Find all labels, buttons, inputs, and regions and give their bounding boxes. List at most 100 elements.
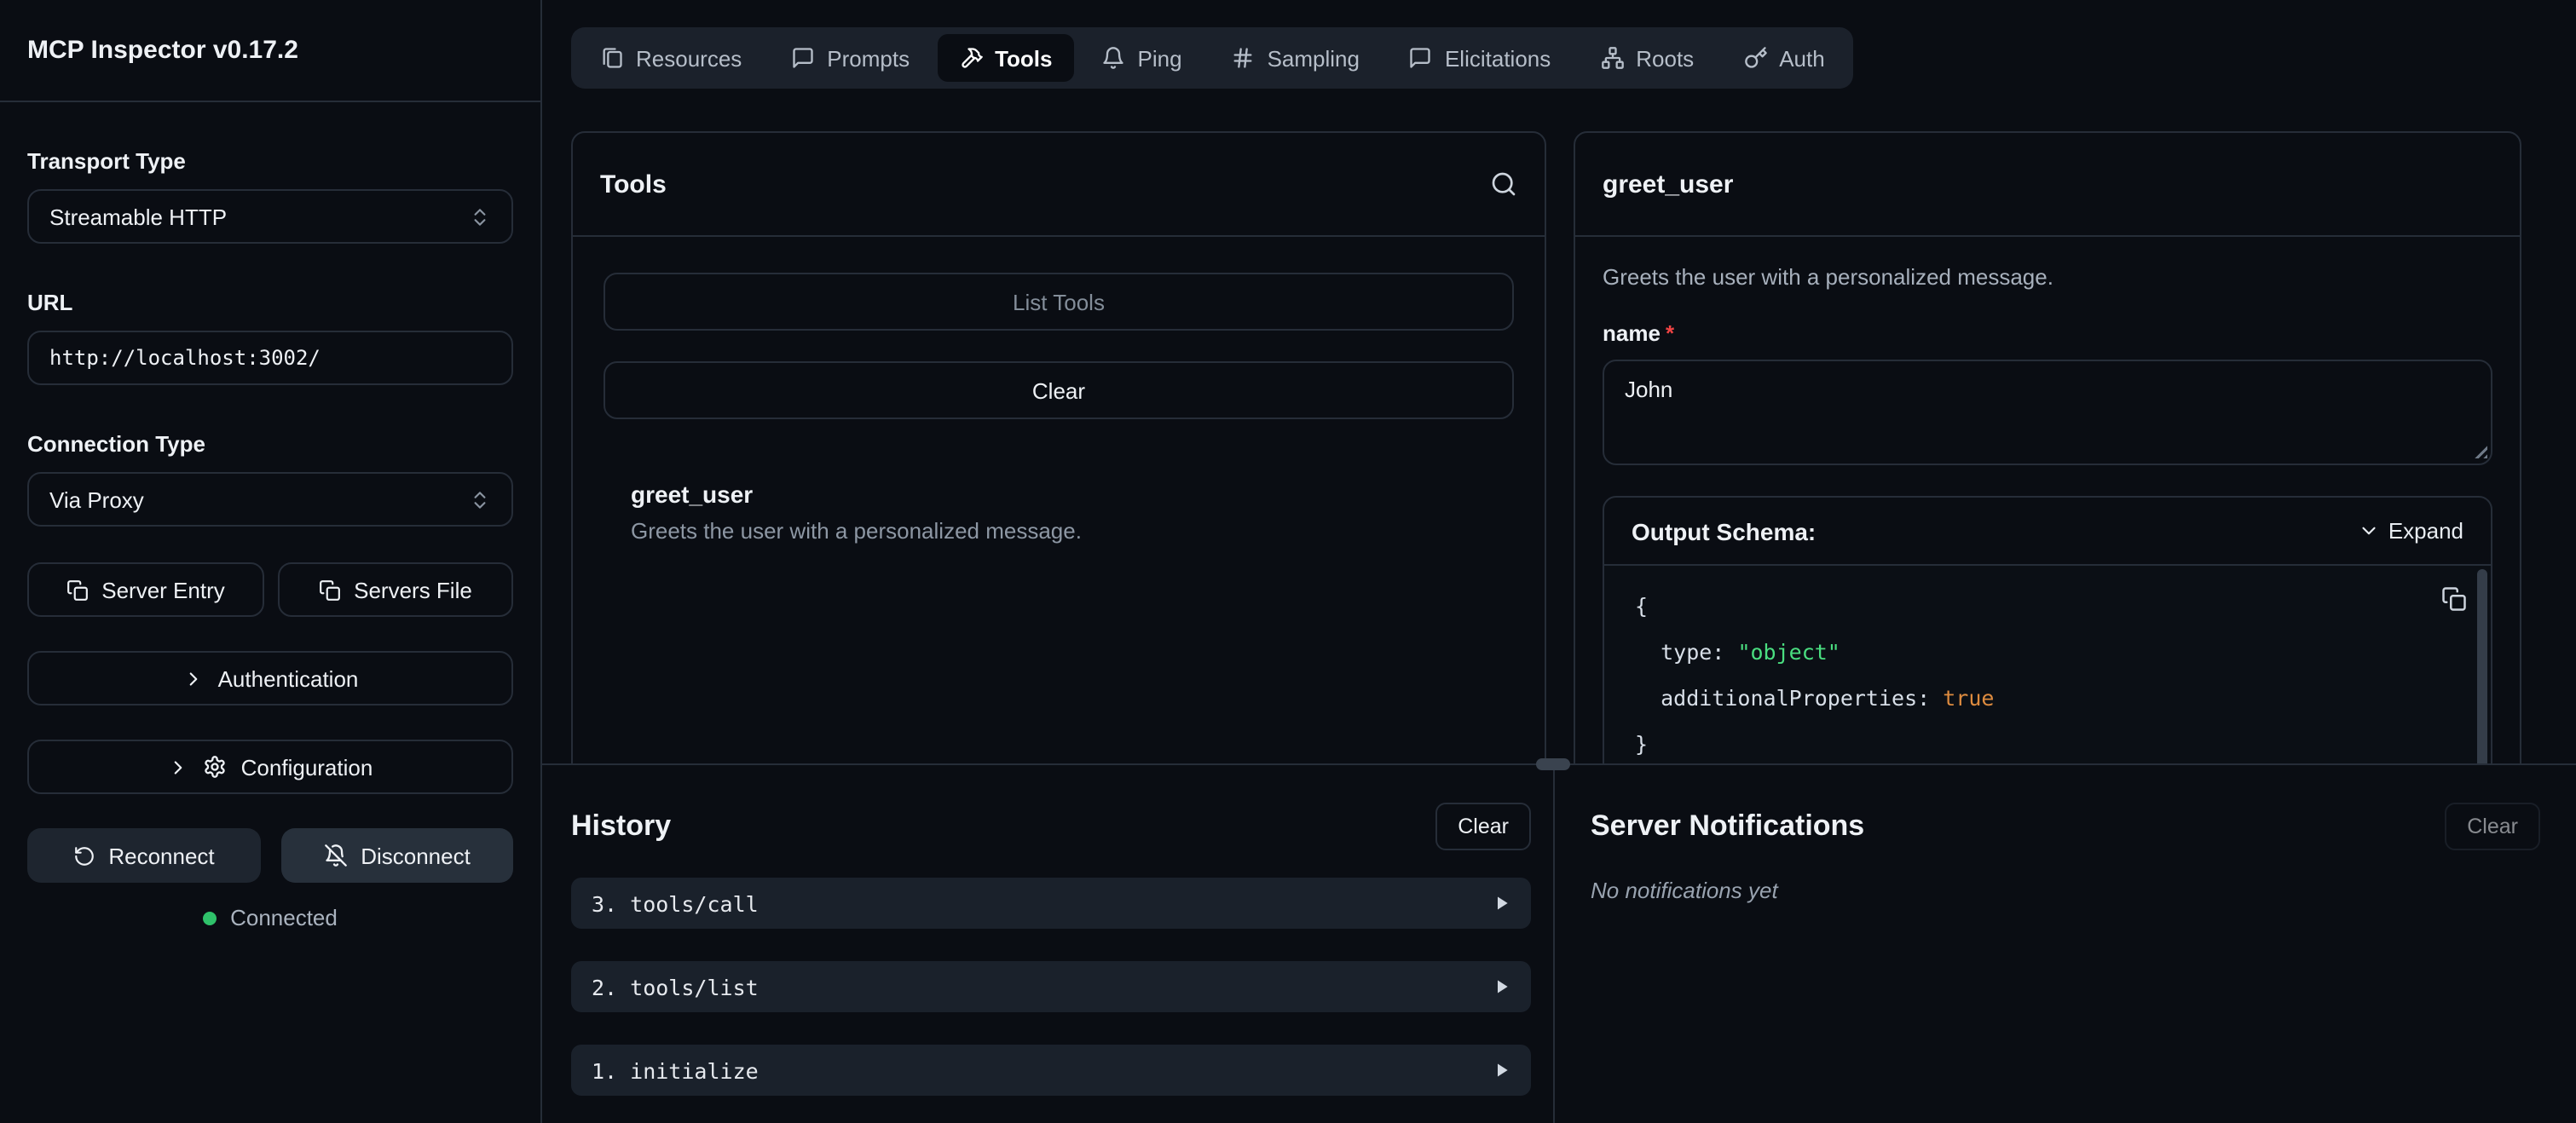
clear-tools-button[interactable]: Clear [604, 361, 1514, 419]
app-title: MCP Inspector v0.17.2 [0, 0, 540, 102]
code-token: true [1943, 685, 1994, 711]
tab-elicitations[interactable]: Elicitations [1387, 34, 1573, 82]
tool-detail-title: greet_user [1603, 170, 1733, 199]
code-line: { [1635, 583, 2460, 629]
schema-code-lines: { type: "object" additionalProperties: t… [1635, 583, 2460, 763]
connection-status: Connected [27, 905, 513, 930]
history-header: History Clear [571, 803, 1531, 850]
history-item[interactable]: 3. tools/call [571, 878, 1531, 929]
clear-history-button[interactable]: Clear [1435, 803, 1531, 850]
server-buttons-row: Server Entry Servers File [27, 562, 513, 617]
notifications-header: Server Notifications Clear [1591, 803, 2540, 850]
history-item-label: 1. initialize [592, 1057, 759, 1083]
connection-type-select[interactable]: Via Proxy [27, 472, 513, 527]
authentication-label: Authentication [218, 665, 359, 691]
connect-buttons-row: Reconnect Disconnect [27, 828, 513, 883]
tab-label: Auth [1779, 45, 1825, 71]
reconnect-label: Reconnect [108, 843, 214, 868]
chevron-right-icon [182, 667, 205, 689]
tools-list: greet_user Greets the user with a persona… [604, 481, 1514, 544]
key-icon [1743, 46, 1767, 70]
tool-detail-description: Greets the user with a personalized mess… [1603, 264, 2492, 290]
tab-label: Tools [995, 45, 1052, 71]
disconnect-label: Disconnect [361, 843, 471, 868]
disconnect-icon [323, 844, 347, 867]
tool-list-item[interactable]: greet_user Greets the user with a persona… [604, 481, 1514, 544]
url-value: http://localhost:3002/ [49, 346, 321, 370]
disconnect-button[interactable]: Disconnect [280, 828, 513, 883]
servers-file-button[interactable]: Servers File [277, 562, 513, 617]
message-square-icon [1409, 46, 1433, 70]
tab-label: Prompts [827, 45, 910, 71]
tab-label: Elicitations [1445, 45, 1551, 71]
app-window: MCP Inspector v0.17.2 Transport Type Str… [0, 0, 2576, 1123]
tab-ping[interactable]: Ping [1080, 34, 1204, 82]
tools-panel-title: Tools [600, 170, 667, 199]
rotate-ccw-icon [72, 844, 95, 867]
hammer-icon [959, 46, 983, 70]
expand-toggle[interactable]: Expand [2358, 518, 2463, 544]
reconnect-button[interactable]: Reconnect [27, 828, 260, 883]
chevron-down-icon [2358, 520, 2380, 542]
tools-panel-body: List Tools Clear greet_user Greets the us… [573, 237, 1545, 544]
code-token: additionalProperties: [1635, 685, 1943, 711]
clear-notifications-button[interactable]: Clear [2445, 803, 2540, 850]
scrollbar-thumb[interactable] [2477, 569, 2487, 763]
panel-resize-handle[interactable] [1536, 758, 1570, 770]
history-item-label: 2. tools/list [592, 974, 759, 999]
output-schema-section: Output Schema: Expand { type: "object" a… [1603, 496, 2492, 763]
tool-detail-header: greet_user [1575, 133, 2520, 237]
output-schema-label: Output Schema: [1632, 517, 1816, 544]
code-line: type: "object" [1635, 629, 2460, 675]
code-token: "object" [1737, 639, 1840, 665]
notifications-title: Server Notifications [1591, 809, 1864, 844]
tab-tools[interactable]: Tools [937, 34, 1074, 82]
param-name-label: name* [1603, 320, 2492, 346]
connection-type-value: Via Proxy [49, 487, 144, 512]
tool-name: greet_user [631, 481, 1514, 508]
tab-auth[interactable]: Auth [1721, 34, 1847, 82]
param-name-text: name [1603, 320, 1661, 346]
message-square-icon [791, 46, 815, 70]
history-list: 3. tools/call 2. tools/list 1. initialize [571, 878, 1531, 1096]
authentication-button[interactable]: Authentication [27, 651, 513, 705]
copy-icon [66, 579, 88, 601]
tab-prompts[interactable]: Prompts [769, 34, 932, 82]
top-region: Resources Prompts Tools Ping Sampling Elicita… [542, 0, 2576, 763]
tab-sampling[interactable]: Sampling [1210, 34, 1382, 82]
server-entry-label: Server Entry [101, 577, 225, 602]
history-item[interactable]: 1. initialize [571, 1045, 1531, 1096]
tool-description: Greets the user with a personalized mess… [631, 518, 1514, 544]
param-name-input[interactable]: John [1603, 360, 2492, 465]
code-token: } [1635, 731, 1648, 757]
play-icon [1493, 978, 1510, 995]
search-icon[interactable] [1490, 170, 1517, 198]
tab-resources[interactable]: Resources [578, 34, 764, 82]
tab-bar: Resources Prompts Tools Ping Sampling Elicita… [571, 27, 1854, 89]
tab-label: Sampling [1268, 45, 1360, 71]
connection-type-label: Connection Type [27, 431, 513, 458]
sidebar-body: Transport Type Streamable HTTP URL http:… [0, 148, 540, 930]
configuration-label: Configuration [241, 754, 373, 780]
configuration-button[interactable]: Configuration [27, 740, 513, 794]
code-token: { [1635, 593, 1648, 619]
server-entry-button[interactable]: Server Entry [27, 562, 263, 617]
history-item[interactable]: 2. tools/list [571, 961, 1531, 1012]
tab-roots[interactable]: Roots [1578, 34, 1716, 82]
transport-type-select[interactable]: Streamable HTTP [27, 189, 513, 244]
chevrons-up-down-icon [469, 488, 491, 510]
files-icon [600, 46, 624, 70]
url-label: URL [27, 290, 513, 317]
list-tools-button[interactable]: List Tools [604, 273, 1514, 331]
history-item-label: 3. tools/call [592, 890, 759, 916]
history-title: History [571, 809, 671, 844]
expand-label: Expand [2388, 518, 2463, 544]
network-icon [1600, 46, 1624, 70]
content-cards: Tools List Tools Clear greet_user Greets … [571, 131, 2576, 763]
chevron-right-icon [168, 756, 190, 778]
copy-code-icon[interactable] [2441, 586, 2467, 612]
history-panel: History Clear 3. tools/call 2. tools/list… [542, 765, 1553, 1123]
url-input[interactable]: http://localhost:3002/ [27, 331, 513, 385]
code-line: } [1635, 721, 2460, 763]
output-schema-header: Output Schema: Expand [1604, 498, 2491, 564]
